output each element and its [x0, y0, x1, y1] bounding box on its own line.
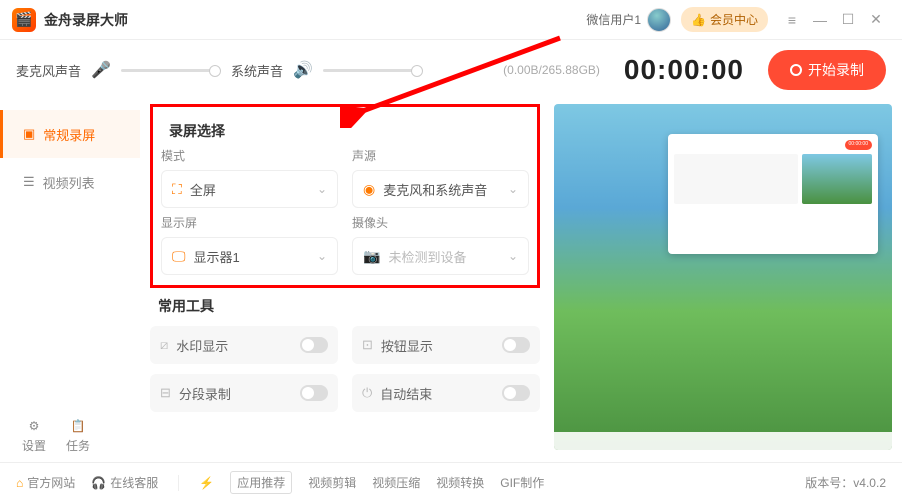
- chevron-down-icon: ⌄: [508, 249, 518, 263]
- chevron-down-icon: ⌄: [317, 249, 327, 263]
- camera-select[interactable]: 📷 未检测到设备 ⌄: [352, 237, 529, 275]
- settings-button[interactable]: ⚙ 设置: [22, 419, 46, 454]
- avatar[interactable]: [647, 8, 671, 32]
- close-button[interactable]: ✕: [862, 6, 890, 34]
- start-record-button[interactable]: 开始录制: [768, 50, 886, 90]
- app-title: 金舟录屏大师: [44, 10, 586, 30]
- watermark-icon: ⧄: [160, 337, 168, 353]
- menu-button[interactable]: ≡: [778, 6, 806, 34]
- camera-label: 摄像头: [352, 214, 529, 231]
- monitor-icon: 🖵: [172, 248, 186, 265]
- audio-icon: ◉: [363, 181, 375, 198]
- clipboard-icon: 📋: [71, 419, 86, 433]
- version-text: 版本号：v4.0.2: [805, 474, 886, 491]
- minimize-button[interactable]: —: [806, 6, 834, 34]
- section-recording-title: 录屏选择: [169, 121, 529, 141]
- separator: [178, 475, 179, 491]
- headset-icon: 🎧: [91, 476, 106, 490]
- footer-link-gif[interactable]: GIF制作: [500, 474, 544, 491]
- preview-area: 00:00:00: [554, 104, 892, 450]
- speaker-icon[interactable]: 🔊: [293, 60, 313, 80]
- button-display-toggle[interactable]: [502, 337, 530, 353]
- sidebar-item-videolist[interactable]: ☰ 视频列表: [0, 158, 140, 206]
- home-icon: ⌂: [16, 476, 23, 490]
- system-sound-label: 系统声音: [231, 61, 283, 80]
- camera-icon: ▣: [23, 126, 35, 142]
- official-site-link[interactable]: ⌂官方网站: [16, 474, 75, 491]
- tasks-button[interactable]: 📋 任务: [66, 419, 90, 454]
- system-volume-slider[interactable]: [323, 69, 423, 72]
- webcam-icon: 📷: [363, 248, 380, 265]
- preview-taskbar: [554, 432, 892, 450]
- microphone-icon[interactable]: 🎤: [91, 60, 111, 80]
- segment-icon: ⊟: [160, 385, 171, 401]
- tool-button-display[interactable]: ⊡ 按钮显示: [352, 326, 540, 364]
- user-name: 微信用户1: [586, 11, 641, 28]
- button-icon: ⊡: [362, 337, 373, 353]
- mode-select[interactable]: ⛶ 全屏 ⌄: [161, 170, 338, 208]
- autoend-toggle[interactable]: [502, 385, 530, 401]
- preview-thumbnail: 00:00:00: [668, 134, 878, 254]
- app-recommend-tag[interactable]: 应用推荐: [230, 471, 292, 494]
- display-label: 显示屏: [161, 214, 338, 231]
- maximize-button[interactable]: ☐: [834, 6, 862, 34]
- section-tools-title: 常用工具: [158, 296, 540, 316]
- record-icon: [790, 64, 802, 76]
- tool-watermark[interactable]: ⧄ 水印显示: [150, 326, 338, 364]
- recording-options-box: 录屏选择 模式 ⛶ 全屏 ⌄ 声源 ◉ 麦克风和系: [150, 104, 540, 288]
- gear-icon: ⚙: [29, 419, 40, 433]
- timer-display: 00:00:00: [624, 54, 744, 86]
- watermark-toggle[interactable]: [300, 337, 328, 353]
- display-select[interactable]: 🖵 显示器1 ⌄: [161, 237, 338, 275]
- vip-center-button[interactable]: 👍会员中心: [681, 7, 768, 32]
- footer-link-convert[interactable]: 视频转换: [436, 474, 484, 491]
- bolt-icon: ⚡: [199, 476, 214, 490]
- tool-segment[interactable]: ⊟ 分段录制: [150, 374, 338, 412]
- storage-text: (0.00B/265.88GB): [503, 63, 600, 77]
- chevron-down-icon: ⌄: [508, 182, 518, 196]
- chevron-down-icon: ⌄: [317, 182, 327, 196]
- sidebar-item-record[interactable]: ▣ 常规录屏: [0, 110, 140, 158]
- app-logo-icon: 🎬: [12, 8, 36, 32]
- tool-autoend[interactable]: ⏻ 自动结束: [352, 374, 540, 412]
- source-label: 声源: [352, 147, 529, 164]
- list-icon: ☰: [23, 174, 35, 190]
- footer-link-compress[interactable]: 视频压缩: [372, 474, 420, 491]
- footer-link-edit[interactable]: 视频剪辑: [308, 474, 356, 491]
- mic-label: 麦克风声音: [16, 61, 81, 80]
- segment-toggle[interactable]: [300, 385, 328, 401]
- mic-volume-slider[interactable]: [121, 69, 221, 72]
- power-icon: ⏻: [362, 385, 372, 401]
- mode-label: 模式: [161, 147, 338, 164]
- fullscreen-icon: ⛶: [172, 181, 182, 198]
- thumbs-icon: 👍: [691, 13, 706, 27]
- audio-source-select[interactable]: ◉ 麦克风和系统声音 ⌄: [352, 170, 529, 208]
- customer-service-link[interactable]: 🎧在线客服: [91, 474, 158, 491]
